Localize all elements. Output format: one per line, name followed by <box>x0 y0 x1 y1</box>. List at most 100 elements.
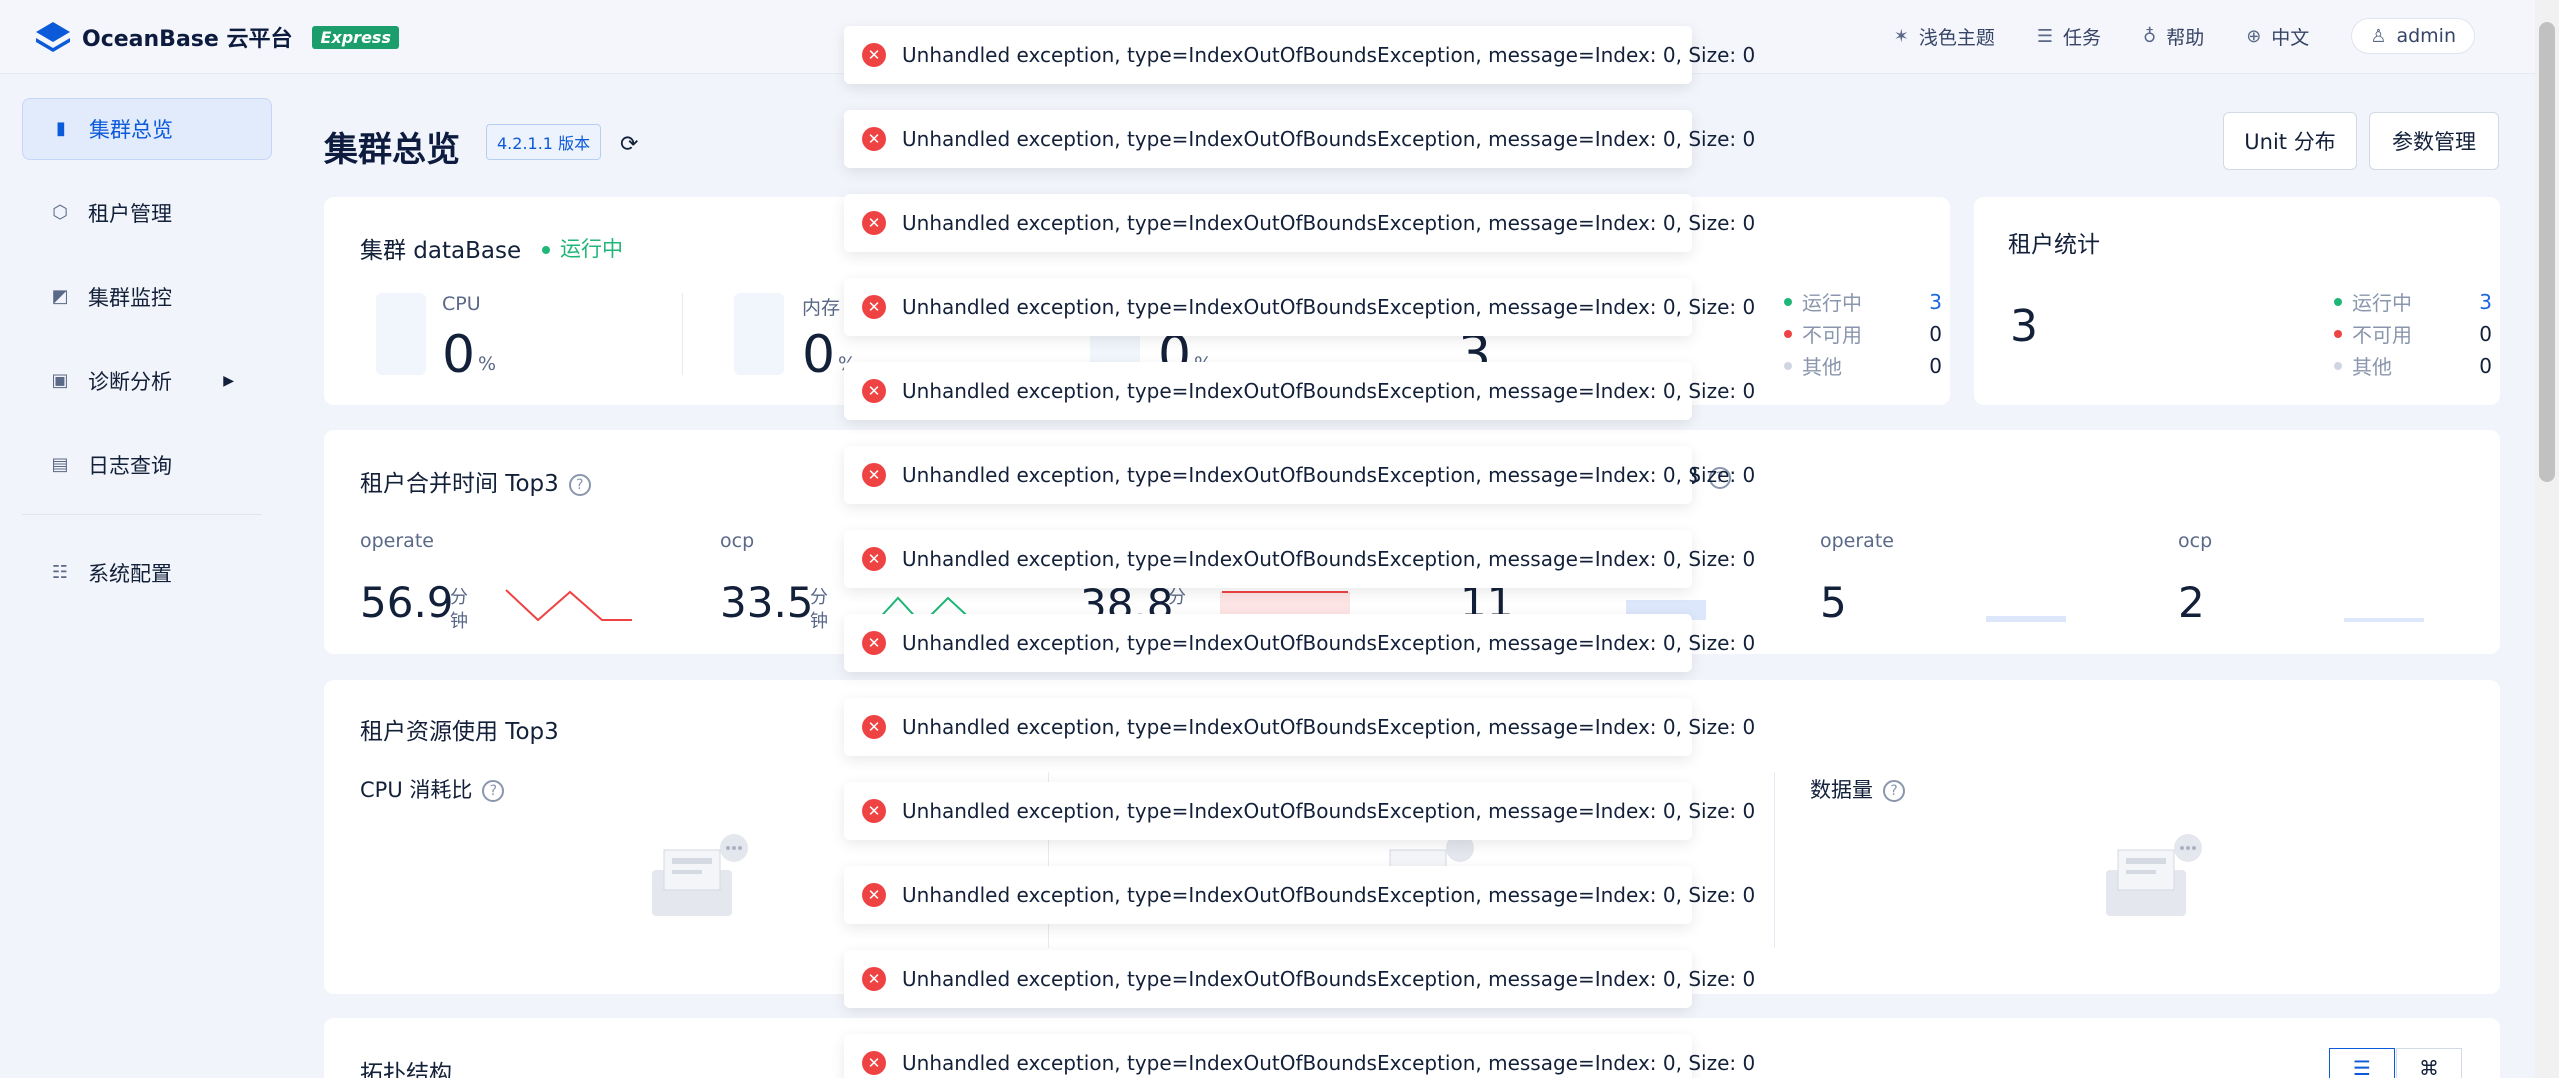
caret-right-icon: ▶ <box>223 373 234 389</box>
dot <box>1784 297 1792 306</box>
error-icon: ✕ <box>862 379 886 403</box>
legend-label: 运行中 <box>1802 291 1862 315</box>
toast-message: Unhandled exception, type=IndexOutOfBoun… <box>902 43 1756 67</box>
cpu-usage-label: CPU 消耗比? <box>360 774 505 804</box>
merge-item-name: operate <box>360 530 434 552</box>
cpu-label: CPU <box>442 293 481 315</box>
cpu-gauge <box>376 293 426 375</box>
error-toast: ✕ Unhandled exception, type=IndexOutOfBou… <box>844 866 1755 924</box>
legend-label: 运行中 <box>2352 291 2412 315</box>
dot <box>1784 329 1792 338</box>
document-icon: ▤ <box>51 454 69 475</box>
area-chart-icon: ◩ <box>51 286 69 307</box>
legend-label: 其他 <box>1802 355 1842 379</box>
sidebar-item-label: 租户管理 <box>88 202 172 226</box>
error-icon: ✕ <box>862 43 886 67</box>
sidebar-item-system-config[interactable]: ☷ 系统配置 <box>22 542 272 604</box>
error-icon: ✕ <box>862 547 886 571</box>
sidebar: ▮ 集群总览 ⬡ 租户管理 ◩ 集群监控 ▣ 诊断分析 ▶ ▤ 日志查询 ☷ 系… <box>0 74 290 1078</box>
logo-text: OceanBase 云平台 <box>82 27 293 52</box>
sidebar-item-log-query[interactable]: ▤ 日志查询 <box>22 434 272 496</box>
sidebar-item-label: 集群监控 <box>88 286 172 310</box>
error-toast: ✕ Unhandled exception, type=IndexOutOfBou… <box>844 530 1755 588</box>
parameter-management-button[interactable]: 参数管理 <box>2369 112 2499 170</box>
merge-item-name: operate <box>1820 530 1894 552</box>
merge-time-title-text: 租户合并时间 Top3 <box>360 471 559 497</box>
theme-label: 浅色主题 <box>1918 26 1995 49</box>
dot <box>2334 297 2342 306</box>
help-circle-icon[interactable]: ? <box>568 473 591 496</box>
cpu-unit: % <box>478 353 497 375</box>
error-toast: ✕ Unhandled exception, type=IndexOutOfBou… <box>844 698 1755 756</box>
toast-message: Unhandled exception, type=IndexOutOfBoun… <box>902 463 1756 487</box>
merge-item-unit: 分 <box>1168 587 1186 608</box>
toast-message: Unhandled exception, type=IndexOutOfBoun… <box>902 967 1756 991</box>
sliders-icon: ☷ <box>51 562 69 583</box>
help-circle-icon[interactable]: ? <box>482 780 505 802</box>
empty-inbox-icon <box>652 834 748 916</box>
sidebar-item-label: 日志查询 <box>88 454 172 478</box>
tasks-label: 任务 <box>2062 26 2101 49</box>
sidebar-item-cluster-overview[interactable]: ▮ 集群总览 <box>22 98 272 160</box>
topology-view-toggle[interactable]: ⌘ <box>2396 1048 2462 1078</box>
unit-distribution-button[interactable]: Unit 分布 <box>2223 112 2357 170</box>
topology-title: 拓扑结构 <box>360 1061 452 1078</box>
logo[interactable]: OceanBase 云平台 Express <box>34 20 399 54</box>
legend-label: 其他 <box>2352 355 2392 379</box>
hexagon-icon: ⬡ <box>52 202 68 223</box>
error-toast: ✕ Unhandled exception, type=IndexOutOfBou… <box>844 26 1755 84</box>
list-icon: ☰ <box>2036 25 2053 47</box>
help-link[interactable]: ♁ 帮助 <box>2143 23 2204 50</box>
divider <box>682 293 683 375</box>
theme-icon: ✶ <box>1893 25 1909 47</box>
version-badge: 4.2.1.1 版本 <box>486 124 602 160</box>
sidebar-item-label: 诊断分析 <box>88 370 172 394</box>
express-badge: Express <box>312 25 399 49</box>
status-dot <box>542 246 550 254</box>
language-switch[interactable]: ⊕ 中文 <box>2246 23 2309 50</box>
topology-icon: ⌘ <box>2419 1056 2439 1078</box>
error-toast: ✕ Unhandled exception, type=IndexOutOfBou… <box>844 194 1755 252</box>
theme-switch[interactable]: ✶ 浅色主题 <box>1894 23 1995 50</box>
globe-icon: ⊕ <box>2246 25 2262 47</box>
sidebar-item-label: 系统配置 <box>88 562 172 586</box>
sidebar-item-tenant-management[interactable]: ⬡ 租户管理 <box>22 182 272 244</box>
oceanbase-logo-icon <box>36 22 70 52</box>
legend-value: 0 <box>1929 353 1942 378</box>
legend-running: 运行中 3 <box>2334 287 2492 316</box>
toast-message: Unhandled exception, type=IndexOutOfBoun… <box>902 1051 1756 1075</box>
error-icon: ✕ <box>862 799 886 823</box>
user-menu[interactable]: ♙ admin <box>2351 18 2475 54</box>
help-circle-icon[interactable]: ? <box>1883 780 1905 802</box>
legend-value[interactable]: 3 <box>1912 290 1942 314</box>
trend-bar <box>2344 618 2424 622</box>
toast-message: Unhandled exception, type=IndexOutOfBoun… <box>902 715 1756 739</box>
memory-gauge <box>734 293 784 375</box>
tasks-link[interactable]: ☰ 任务 <box>2037 23 2101 50</box>
list-view-toggle[interactable]: ☰ <box>2329 1048 2395 1078</box>
legend-value[interactable]: 3 <box>2462 290 2492 314</box>
legend-other: 其他 0 <box>2334 351 2492 380</box>
legend-other: 其他 0 <box>1784 351 1942 380</box>
legend-label: 不可用 <box>1802 323 1862 347</box>
cluster-title: 集群 dataBase <box>360 238 522 264</box>
empty-inbox-icon <box>2106 834 2202 916</box>
error-toast: ✕ Unhandled exception, type=IndexOutOfBou… <box>844 782 1755 840</box>
page-scrollbar[interactable] <box>2535 0 2559 1078</box>
refresh-icon[interactable]: ⟳ <box>620 132 638 157</box>
data-size-label-text: 数据量 <box>1810 778 1873 802</box>
scrollbar-thumb[interactable] <box>2539 22 2555 482</box>
toast-message: Unhandled exception, type=IndexOutOfBoun… <box>902 631 1756 655</box>
sidebar-item-cluster-monitor[interactable]: ◩ 集群监控 <box>22 266 272 328</box>
error-icon: ✕ <box>862 211 886 235</box>
sidebar-item-diagnosis[interactable]: ▣ 诊断分析 ▶ <box>22 350 272 412</box>
toast-message: Unhandled exception, type=IndexOutOfBoun… <box>902 883 1756 907</box>
tenant-stats-title: 租户统计 <box>2008 232 2100 258</box>
toast-message: Unhandled exception, type=IndexOutOfBoun… <box>902 799 1756 823</box>
help-label: 帮助 <box>2166 26 2205 49</box>
data-size-label: 数据量? <box>1810 774 1905 804</box>
list-icon: ☰ <box>2353 1056 2371 1078</box>
error-icon: ✕ <box>862 295 886 319</box>
toast-message: Unhandled exception, type=IndexOutOfBoun… <box>902 295 1756 319</box>
language-label: 中文 <box>2271 26 2310 49</box>
